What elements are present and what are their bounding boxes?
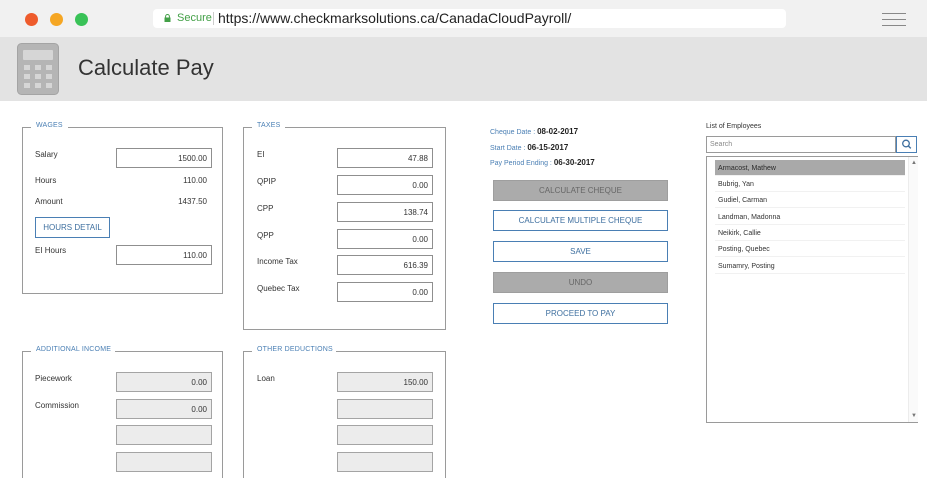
qpip-input[interactable]: 0.00 [337,175,433,195]
quebec-tax-label: Quebec Tax [257,284,300,293]
income-tax-input[interactable]: 616.39 [337,255,433,275]
start-date-label: Start Date : [490,145,528,152]
quebec-tax-input[interactable]: 0.00 [337,282,433,302]
menu-icon[interactable] [882,12,906,26]
calculate-multiple-cheque-button[interactable]: CALCULATE MULTIPLE CHEQUE [493,210,668,231]
wages-legend: WAGES [31,122,68,129]
wages-panel: WAGES Salary 1500.00 Hours 110.00 Amount… [22,122,223,294]
search-icon [902,139,912,149]
amount-value: 1437.50 [178,197,207,206]
piecework-input[interactable]: 0.00 [116,372,212,392]
taxes-panel: TAXES EI 47.88 QPIP 0.00 CPP 138.74 QPP … [243,122,446,330]
ei-hours-input[interactable]: 110.00 [116,245,212,265]
salary-label: Salary [35,150,58,159]
piecework-label: Piecework [35,374,72,383]
income-tax-label: Income Tax [257,257,298,266]
employee-list: Armacost, Mathew Bubrig, Yan Gudiel, Car… [706,156,918,423]
pay-period-row: Pay Period Ending : 06-30-2017 [490,158,595,167]
loan-label: Loan [257,374,275,383]
address-bar[interactable]: Secure https://www.checkmarksolutions.ca… [153,9,786,28]
loan-input[interactable]: 150.00 [337,372,433,392]
pay-period-label: Pay Period Ending : [490,160,554,167]
save-button[interactable]: SAVE [493,241,668,262]
lock-icon [164,14,171,22]
amount-label: Amount [35,197,63,206]
salary-input[interactable]: 1500.00 [116,148,212,168]
hours-label: Hours [35,176,57,185]
employee-item[interactable]: Landman, Madonna [715,209,905,225]
cheque-date-row: Cheque Date : 08-02-2017 [490,127,578,136]
page-title: Calculate Pay [78,55,214,80]
additional-income-input-4[interactable] [116,452,212,472]
cheque-date-value: 08-02-2017 [537,127,579,136]
undo-button[interactable]: UNDO [493,272,668,293]
ei-hours-label: EI Hours [35,246,67,255]
hours-value: 110.00 [183,176,207,185]
employee-item[interactable]: Neikirk, Callie [715,225,905,241]
scroll-down-icon[interactable]: ▼ [911,413,917,419]
qpip-label: QPIP [257,177,277,186]
additional-income-legend: ADDITIONAL INCOME [31,346,117,353]
pay-period-value: 06-30-2017 [553,158,595,167]
other-deduction-input-4[interactable] [337,452,433,472]
other-deduction-input-3[interactable] [337,425,433,445]
hours-detail-button[interactable]: HOURS DETAIL [35,217,110,238]
minimize-window-icon[interactable] [50,13,63,26]
other-deductions-legend: OTHER DEDUCTIONS [252,346,338,353]
commission-input[interactable]: 0.00 [116,399,212,419]
start-date-value: 06-15-2017 [527,143,569,152]
employee-item[interactable]: Armacost, Mathew [715,160,905,176]
proceed-to-pay-button[interactable]: PROCEED TO PAY [493,303,668,324]
calculate-cheque-button[interactable]: CALCULATE CHEQUE [493,180,668,201]
qpp-input[interactable]: 0.00 [337,229,433,249]
cpp-label: CPP [257,204,274,213]
employee-item[interactable]: Gudiel, Carman [715,192,905,208]
other-deduction-input-2[interactable] [337,399,433,419]
search-button[interactable] [896,136,917,153]
page-header: Calculate Pay [0,37,927,101]
url-separator [213,12,214,25]
scroll-up-icon[interactable]: ▲ [911,160,917,166]
employee-item[interactable]: Bubrig, Yan [715,176,905,192]
additional-income-input-3[interactable] [116,425,212,445]
secure-label: Secure [177,12,212,24]
close-window-icon[interactable] [25,13,38,26]
ei-label: EI [257,150,265,159]
employees-title: List of Employees [706,123,762,130]
browser-chrome: Secure https://www.checkmarksolutions.ca… [0,0,927,37]
cpp-input[interactable]: 138.74 [337,202,433,222]
additional-income-panel: ADDITIONAL INCOME Piecework 0.00 Commiss… [22,346,223,478]
employee-list-scrollbar[interactable]: ▲ ▼ [908,157,918,422]
other-deductions-panel: OTHER DEDUCTIONS Loan 150.00 [243,346,446,478]
taxes-legend: TAXES [252,122,286,129]
qpp-label: QPP [257,231,274,240]
commission-label: Commission [35,401,80,410]
employee-item[interactable]: Sumamry, Posting [715,258,905,274]
ei-input[interactable]: 47.88 [337,148,433,168]
maximize-window-icon[interactable] [75,13,88,26]
url-text[interactable]: https://www.checkmarksolutions.ca/Canada… [218,10,571,26]
start-date-row: Start Date : 06-15-2017 [490,143,568,152]
cheque-date-label: Cheque Date : [490,129,538,136]
employee-search-input[interactable]: Search [706,136,896,153]
calculator-icon [16,42,60,96]
employee-item[interactable]: Posting, Quebec [715,241,905,257]
